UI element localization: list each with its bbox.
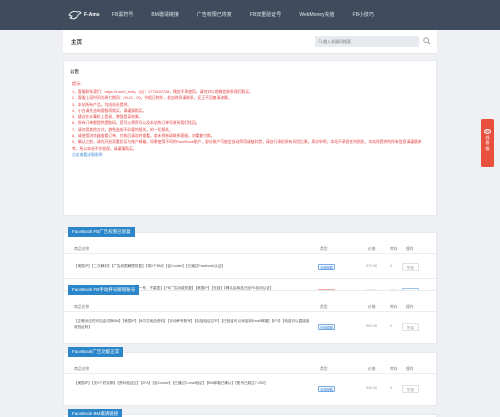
product-name: 【美国IP】【二次解封】【广告权限解限恢复】【带2个BM】【含Cookie】【已…: [74, 264, 225, 268]
col-action: 操作: [406, 305, 414, 309]
buy-button[interactable]: 售罄: [402, 323, 419, 331]
notice-detail-link[interactable]: 点击查看详细说明: [72, 152, 428, 158]
col-stock: 库存: [390, 305, 398, 309]
col-stock: 库存: [390, 367, 398, 371]
product-price: ¥70.00: [366, 264, 377, 268]
search-icon: [318, 39, 323, 44]
type-badge: 全球邮箱: [318, 264, 335, 270]
col-name: 商品名称: [74, 367, 90, 371]
table-header: 商品名称 类型 价格 库存 操作: [64, 365, 438, 374]
brand-name: F-Ams: [84, 12, 100, 18]
notice-heading: 公告: [70, 69, 79, 74]
col-type: 类型: [320, 247, 328, 251]
product-name: 【美国IP】【无2个好友聊】【资料验证过】【2FA】【含Cookie】【已通过G…: [74, 381, 268, 385]
col-stock: 库存: [390, 247, 398, 251]
col-action: 操作: [406, 367, 414, 371]
col-price: 价格: [368, 305, 376, 309]
top-navbar: F-Ams FB黑符号 BM邀请链接 广告权限已恢复 FB双重验证号 WebMo…: [0, 0, 500, 30]
product-name: 【正确对应的可自由切换BM】【美国IP】【8中文商品资料】【手动养号账号】【包括…: [74, 319, 310, 329]
buy-button[interactable]: 售罄: [402, 263, 419, 271]
nav-item[interactable]: FB小技巧: [353, 0, 374, 30]
table-row: 【美国IP】【二次解封】【广告权限解限恢复】【带2个BM】【含Cookie】【已…: [64, 255, 438, 279]
nav-item[interactable]: FB双重验证号: [250, 0, 281, 30]
col-name: 商品名称: [74, 247, 90, 251]
search-input[interactable]: [315, 36, 419, 47]
buy-button[interactable]: 售罄: [402, 385, 419, 393]
type-badge: 全球邮箱: [318, 386, 335, 392]
bird-logo-icon: [68, 10, 82, 20]
table-row: 【正确对应的可自由切换BM】【美国IP】【8中文商品资料】【手动养号账号】【包括…: [64, 313, 438, 343]
brand-logo[interactable]: F-Ams: [68, 9, 100, 21]
product-stock: 0: [390, 264, 392, 268]
section-title: FaceBook广告功能正常: [68, 347, 124, 357]
notice-line: 9、确认之前，请先开启双重验证与账户邮箱，如果使用不同的FaceBook账户，部…: [72, 140, 422, 151]
table-header: 商品名称 类型 价格 库存 操作: [64, 245, 438, 254]
notice-body: 提示： 1、客服联系我们：https://t.me/f_ams，QQ：17792…: [72, 81, 428, 158]
nav-item[interactable]: 广告权限已恢复: [197, 0, 232, 30]
section-title: FaceBook BM邀请链接: [68, 409, 123, 417]
col-name: 商品名称: [74, 305, 90, 309]
product-stock: 0: [390, 386, 392, 390]
notice-panel: 公告 提示： 1、客服联系我们：https://t.me/f_ams，QQ：17…: [63, 60, 437, 216]
product-section: FaceBook广告功能正常 商品名称 类型 价格 库存 操作 【美国IP】【无…: [63, 347, 438, 406]
nav-item[interactable]: WebMoney充值: [299, 0, 334, 30]
section-title: FaceBook FB手动养号解锁账号: [68, 285, 140, 295]
breadcrumb-bar: 主页: [63, 30, 437, 54]
online-service-float[interactable]: 在线客服: [481, 119, 494, 167]
section-title: FaceBook FB广告权限已恢复: [68, 227, 135, 237]
search-button-icon[interactable]: [423, 37, 431, 45]
table-row: 【美国IP】【无2个好友聊】【资料验证过】【2FA】【含Cookie】【已通过G…: [64, 375, 438, 405]
col-action: 操作: [406, 247, 414, 251]
col-price: 价格: [368, 367, 376, 371]
product-section: FaceBook FB手动养号解锁账号 商品名称 类型 价格 库存 操作 【正确…: [63, 285, 438, 344]
col-price: 价格: [368, 247, 376, 251]
product-price: ¥45.00: [366, 386, 377, 390]
col-type: 类型: [320, 367, 328, 371]
page-title: 主页: [71, 40, 83, 46]
table-header: 商品名称 类型 价格 库存 操作: [64, 303, 438, 312]
col-type: 类型: [320, 305, 328, 309]
notice-title: 提示：: [72, 81, 85, 86]
nav-item[interactable]: BM邀请链接: [151, 0, 179, 30]
main-nav: FB黑符号 BM邀请链接 广告权限已恢复 FB双重验证号 WebMoney充值 …: [112, 0, 392, 30]
float-label: 在线客服: [485, 129, 490, 151]
product-price: ¥50.00: [366, 324, 377, 328]
type-badge: 全球邮箱: [318, 324, 335, 330]
nav-item[interactable]: FB黑符号: [112, 0, 133, 30]
product-stock: 0: [390, 324, 392, 328]
